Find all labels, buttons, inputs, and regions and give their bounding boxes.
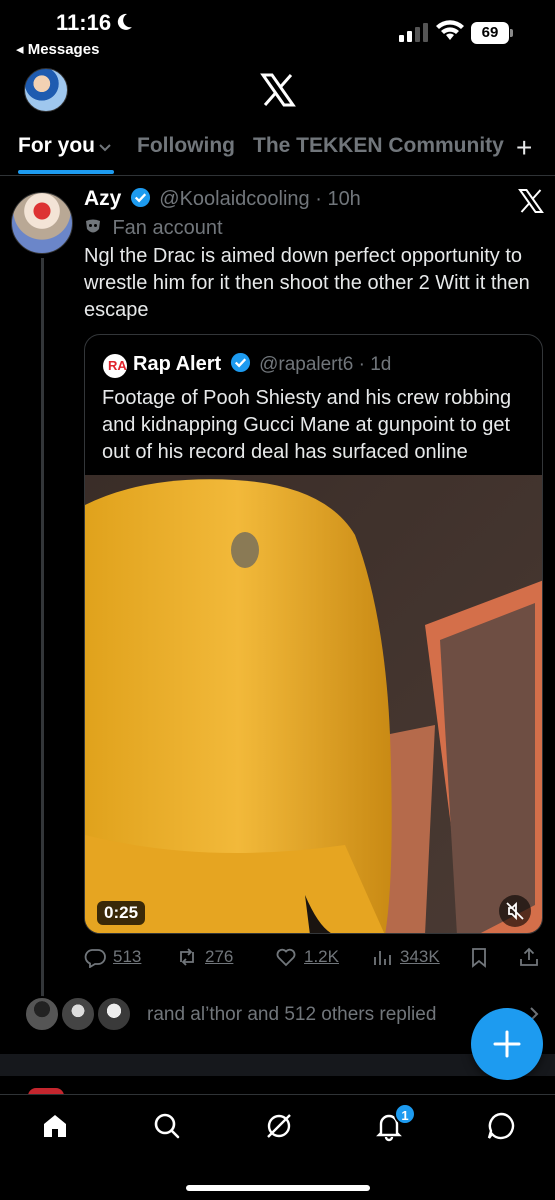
timeline-tabs: For you Following The TEKKEN Community + [0, 124, 555, 176]
quote-text: Footage of Pooh Shiesty and his crew rob… [102, 387, 512, 463]
profile-avatar[interactable] [24, 68, 68, 112]
active-tab-indicator [18, 170, 114, 174]
views-count: 343K [400, 947, 440, 966]
mask-icon [86, 219, 100, 233]
quote-author-avatar[interactable]: RA [103, 354, 127, 378]
moon-icon [117, 13, 132, 30]
status-time: 11:16 [56, 10, 112, 35]
add-tab-button[interactable]: + [516, 132, 532, 164]
fan-account-label: Fan account [84, 217, 223, 241]
replies-summary-text: rand al’thor and 512 others replied [147, 1004, 437, 1025]
post-divider [0, 1054, 555, 1076]
post-actions: 513 276 1.2K 343K [84, 943, 544, 973]
video-frame [85, 475, 542, 933]
home-icon [44, 1115, 66, 1137]
thread-line [41, 258, 44, 998]
battery-indicator: 69 [471, 22, 513, 44]
tab-tekken-community[interactable]: The TEKKEN Community [253, 134, 504, 158]
notifications-badge: 1 [394, 1103, 416, 1125]
grok-icon [267, 1114, 291, 1138]
heart-icon [276, 948, 296, 967]
quote-author-row: Rap Alert @rapalert6 · 1d [133, 352, 391, 376]
plus-icon [493, 1030, 521, 1058]
search-icon [154, 1113, 180, 1139]
wifi-icon [436, 20, 464, 40]
nav-messages[interactable] [484, 1109, 518, 1143]
verified-badge-icon [130, 187, 150, 208]
nav-grok[interactable] [262, 1109, 296, 1143]
mute-button[interactable] [499, 895, 531, 927]
fan-account-text: Fan account [112, 217, 223, 239]
nav-home[interactable] [38, 1109, 72, 1143]
speaker-muted-icon [506, 901, 524, 921]
battery-level: 69 [471, 22, 509, 44]
like-count: 1.2K [304, 947, 339, 966]
quoted-post-card[interactable]: RA Rap Alert @rapalert6 · 1d Footage of … [84, 334, 543, 934]
back-to-messages-link[interactable]: ◂ Messages [16, 40, 99, 58]
x-logo-icon[interactable] [518, 188, 544, 214]
video-player[interactable]: 0:25 [85, 475, 542, 933]
cellular-signal-icon [399, 23, 428, 42]
reply-avatar [24, 996, 60, 1032]
video-duration: 0:25 [97, 901, 146, 925]
status-bar: 11:16 ◂ Messages 69 [0, 0, 555, 62]
quote-author-name[interactable]: Rap Alert [133, 353, 221, 375]
chat-icon [487, 1112, 515, 1140]
views-icon [374, 951, 391, 965]
nav-search[interactable] [150, 1109, 184, 1143]
battery-nub [510, 29, 513, 37]
reply-count: 513 [113, 947, 142, 966]
quote-avatar-logo: RA [108, 358, 127, 373]
post-author-avatar[interactable] [11, 192, 73, 254]
tab-following[interactable]: Following [137, 134, 235, 158]
repost-icon [180, 948, 194, 966]
next-post-peek [0, 1076, 555, 1094]
reply-avatar [60, 996, 96, 1032]
quote-handle-time[interactable]: @rapalert6 · 1d [259, 354, 391, 375]
post-author-name[interactable]: Azy [84, 187, 121, 210]
compose-post-button[interactable] [471, 1008, 543, 1080]
home-indicator [186, 1185, 370, 1191]
share-icon [520, 947, 538, 966]
tab-for-you[interactable]: For you [18, 134, 95, 158]
reply-avatar [96, 996, 132, 1032]
reply-icon [84, 949, 106, 968]
verified-badge-icon [230, 352, 250, 373]
x-logo-icon[interactable] [260, 72, 296, 108]
post-text: Ngl the Drac is aimed down perfect oppor… [84, 245, 530, 321]
chevron-down-icon[interactable] [98, 140, 112, 154]
replies-summary[interactable]: rand al’thor and 512 others replied [24, 996, 544, 1036]
post-handle-time[interactable]: @Koolaidcooling · 10h [159, 188, 361, 210]
repost-count: 276 [205, 947, 234, 966]
bookmark-icon [472, 948, 486, 968]
post-author-row: Azy @Koolaidcooling · 10h [84, 187, 361, 215]
